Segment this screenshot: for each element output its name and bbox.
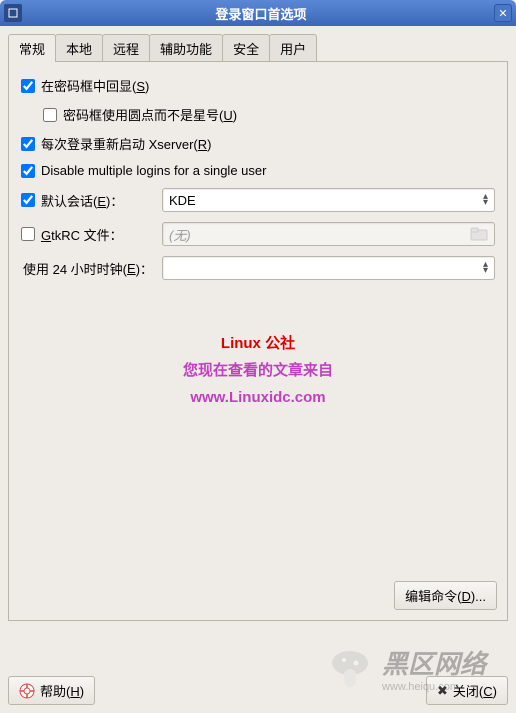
- chevron-updown-icon: ▴▾: [483, 194, 488, 206]
- default-session-select[interactable]: KDE ▴▾: [162, 188, 495, 212]
- lifebuoy-icon: [19, 683, 35, 699]
- close-icon[interactable]: ✕: [494, 4, 512, 22]
- watermark-line1: Linux 公社: [21, 330, 495, 357]
- gtkrc-label-group: GtkRC 文件：: [21, 225, 156, 244]
- clock-label: 使用 24 小时时钟(E)：: [21, 259, 156, 278]
- disable-multiple-label: Disable multiple logins for a single use…: [41, 163, 266, 178]
- close-x-icon: ✖: [437, 683, 448, 699]
- watermark-line2: 您现在查看的文章来自: [21, 357, 495, 384]
- restart-xserver-row: 每次登录重新启动 Xserver(R): [21, 134, 495, 153]
- disable-multiple-row: Disable multiple logins for a single use…: [21, 163, 495, 178]
- watermark-line3: www.Linuxidc.com: [21, 384, 495, 411]
- tab-bar: 常规 本地 远程 辅助功能 安全 用户: [8, 34, 508, 62]
- tab-users[interactable]: 用户: [269, 34, 317, 62]
- close-button[interactable]: ✖ 关闭(C): [426, 676, 508, 705]
- chevron-updown-icon: ▴▾: [483, 262, 488, 274]
- window-title: 登录窗口首选项: [28, 4, 494, 23]
- dots-not-stars-label: 密码框使用圆点而不是星号(U): [63, 105, 237, 124]
- help-button[interactable]: 帮助(H): [8, 676, 95, 705]
- window-content: 常规 本地 远程 辅助功能 安全 用户 在密码框中回显(S) 密码框使用圆点而不…: [0, 26, 516, 713]
- tab-remote[interactable]: 远程: [102, 34, 150, 62]
- disable-multiple-checkbox[interactable]: [21, 164, 35, 178]
- tab-security[interactable]: 安全: [222, 34, 270, 62]
- titlebar: 登录窗口首选项 ✕: [0, 0, 516, 26]
- gtkrc-file-input[interactable]: (无): [162, 222, 495, 246]
- echo-password-row: 在密码框中回显(S): [21, 76, 495, 95]
- edit-commands-button[interactable]: 编辑命令(D)...: [394, 581, 497, 610]
- echo-password-checkbox[interactable]: [21, 79, 35, 93]
- tab-panel-general: 在密码框中回显(S) 密码框使用圆点而不是星号(U) 每次登录重新启动 Xser…: [8, 61, 508, 621]
- gtkrc-checkbox[interactable]: [21, 227, 35, 241]
- echo-password-label: 在密码框中回显(S): [41, 76, 149, 95]
- bottom-bar: 帮助(H) ✖ 关闭(C): [8, 676, 508, 705]
- default-session-row: 默认会话(E)： KDE ▴▾: [21, 188, 495, 212]
- tab-accessibility[interactable]: 辅助功能: [149, 34, 223, 62]
- watermark-text: Linux 公社 您现在查看的文章来自 www.Linuxidc.com: [21, 330, 495, 411]
- restart-xserver-checkbox[interactable]: [21, 137, 35, 151]
- gtkrc-placeholder: (无): [169, 225, 191, 244]
- tab-general[interactable]: 常规: [8, 34, 56, 62]
- gtkrc-label: GtkRC 文件：: [41, 225, 123, 244]
- clock-select[interactable]: ▴▾: [162, 256, 495, 280]
- tab-local[interactable]: 本地: [55, 34, 103, 62]
- default-session-label-group: 默认会话(E)：: [21, 191, 156, 210]
- default-session-checkbox[interactable]: [21, 193, 35, 207]
- window-menu-icon[interactable]: [4, 4, 22, 22]
- dots-not-stars-row: 密码框使用圆点而不是星号(U): [43, 105, 495, 124]
- gtkrc-row: GtkRC 文件： (无): [21, 222, 495, 246]
- restart-xserver-label: 每次登录重新启动 Xserver(R): [41, 134, 211, 153]
- clock-row: 使用 24 小时时钟(E)： ▴▾: [21, 256, 495, 280]
- folder-icon: [470, 227, 488, 241]
- default-session-value: KDE: [169, 193, 196, 208]
- dots-not-stars-checkbox[interactable]: [43, 108, 57, 122]
- default-session-label: 默认会话(E)：: [41, 191, 123, 210]
